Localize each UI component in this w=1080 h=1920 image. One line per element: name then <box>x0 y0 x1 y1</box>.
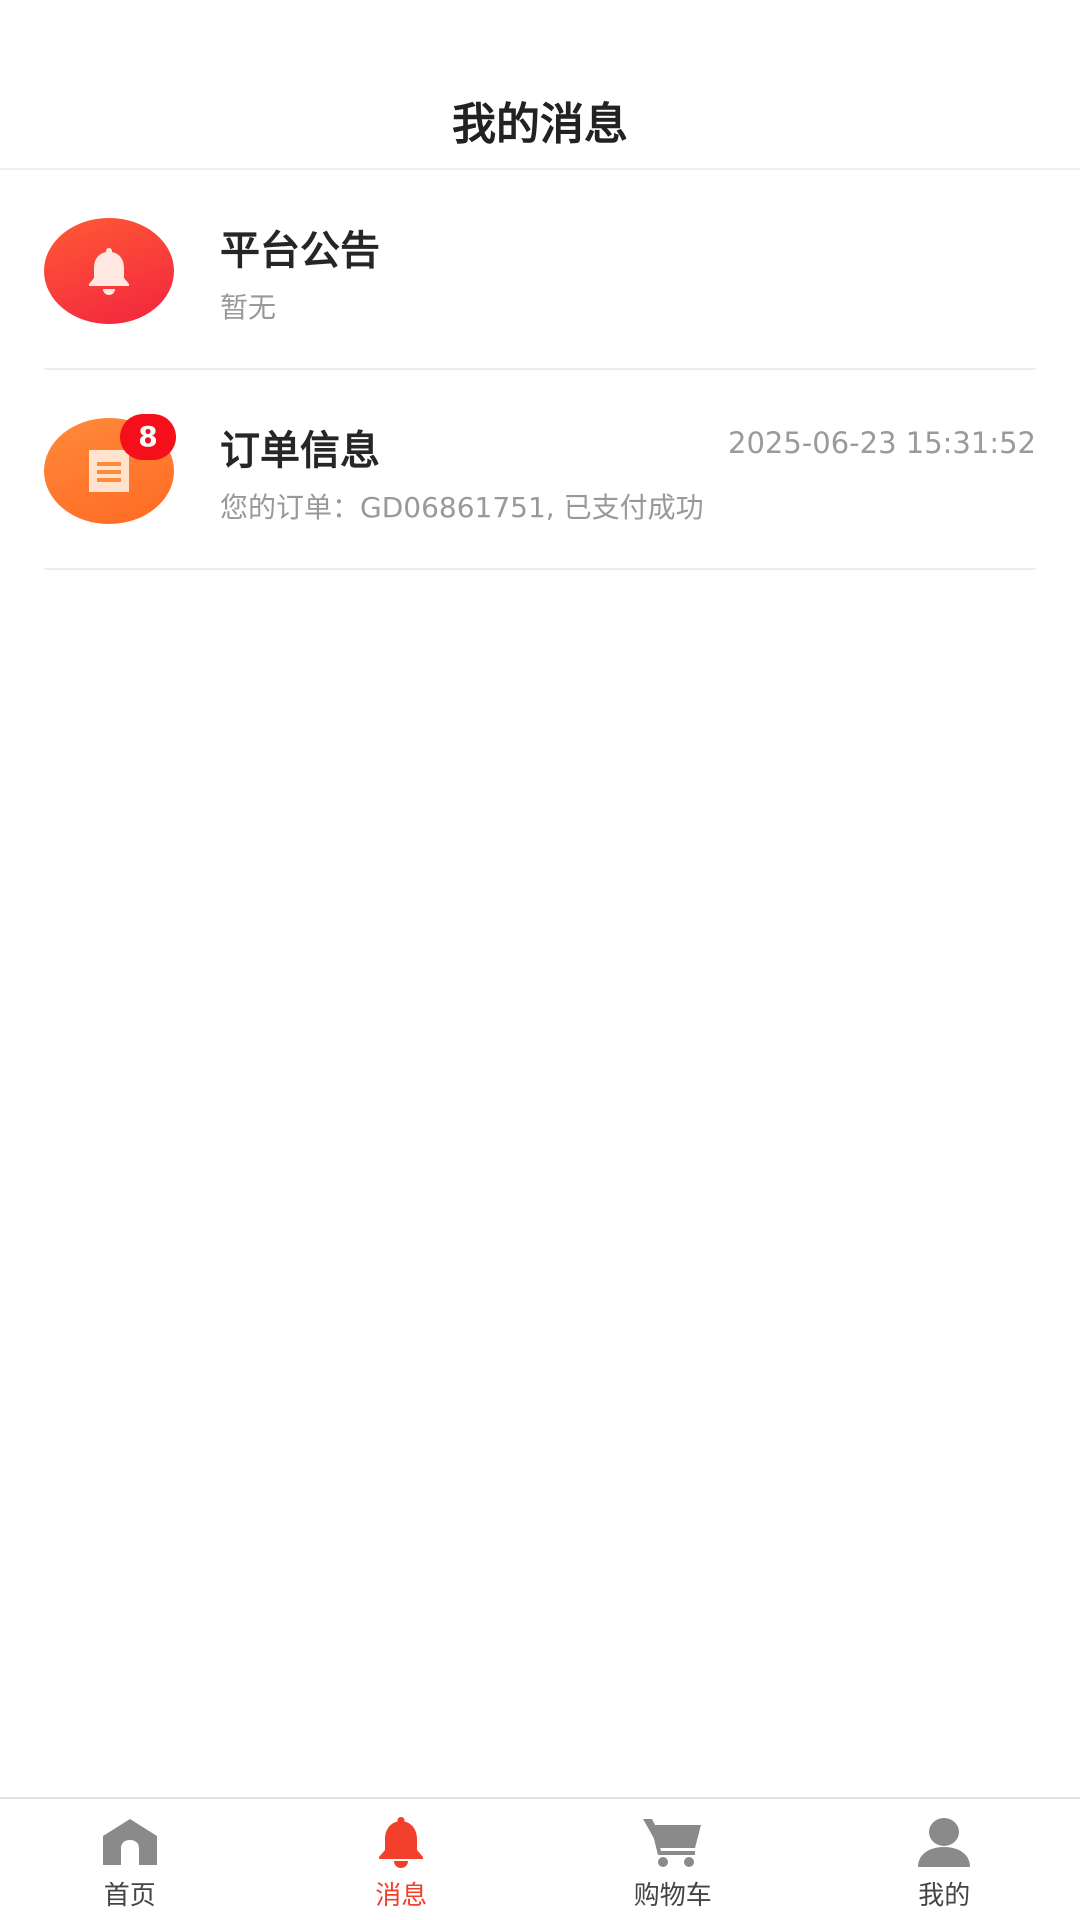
bell-icon <box>369 1815 433 1869</box>
message-title: 平台公告 <box>220 228 380 274</box>
message-item-order[interactable]: 8 订单信息 2025-06-23 15:31:52 您的订单：GD068617… <box>44 370 1036 570</box>
tab-home[interactable]: 首页 <box>0 1799 266 1920</box>
page-title: 我的消息 <box>452 99 628 150</box>
page-header: 我的消息 <box>0 0 1080 170</box>
announcement-avatar <box>44 218 174 324</box>
tab-label: 首页 <box>103 1881 156 1911</box>
message-preview: 您的订单：GD06861751, 已支付成功 <box>220 491 704 524</box>
tab-profile[interactable]: 我的 <box>809 1799 1080 1920</box>
bell-icon <box>89 248 129 295</box>
tab-messages[interactable]: 消息 <box>266 1799 538 1920</box>
order-avatar: 8 <box>44 414 176 524</box>
message-list: 平台公告 暂无 8 订单信息 2025-06-23 15:31:52 您的订单：… <box>0 170 1080 570</box>
home-icon <box>98 1815 162 1869</box>
message-timestamp: 2025-06-23 15:31:52 <box>728 426 1036 460</box>
user-icon <box>912 1815 976 1869</box>
tab-label: 我的 <box>918 1881 971 1911</box>
message-item-announcement[interactable]: 平台公告 暂无 <box>44 170 1036 370</box>
tab-label: 购物车 <box>633 1881 712 1911</box>
app-root: 我的消息 平台公告 暂无 8 订单信息 2025-06-23 15:31:52 … <box>0 0 1080 1920</box>
message-title: 订单信息 <box>220 428 380 474</box>
tab-label: 消息 <box>375 1881 428 1911</box>
cart-icon <box>641 1815 705 1869</box>
tab-cart[interactable]: 购物车 <box>537 1799 809 1920</box>
unread-count-badge: 8 <box>120 414 176 460</box>
message-preview: 暂无 <box>220 291 277 324</box>
bottom-tab-bar: 首页 消息 购物车 我的 <box>0 1797 1080 1920</box>
